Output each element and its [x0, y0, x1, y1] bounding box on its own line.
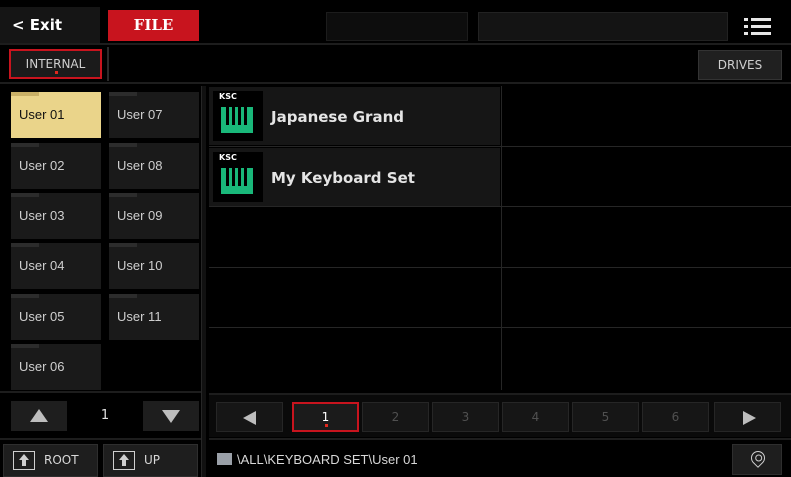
bank-user-01[interactable]: User 01	[11, 92, 101, 138]
bank-user-11[interactable]: User 11	[109, 294, 199, 340]
top-display-slot	[326, 12, 468, 41]
grid-line	[209, 267, 791, 268]
file-name: My Keyboard Set	[271, 169, 415, 187]
divider	[0, 438, 201, 440]
bank-user-08[interactable]: User 08	[109, 143, 199, 189]
root-button-label: ROOT	[44, 453, 79, 467]
page-button-6[interactable]: 6	[642, 402, 709, 432]
folder-up-icon	[113, 451, 135, 470]
bank-user-10[interactable]: User 10	[109, 243, 199, 289]
page-button-1[interactable]: 1	[292, 402, 359, 432]
piano-keys-icon	[221, 168, 253, 194]
bank-user-04[interactable]: User 04	[11, 243, 101, 289]
drives-button[interactable]: DRIVES	[698, 50, 782, 80]
location-pin-icon	[748, 448, 768, 468]
file-name: Japanese Grand	[271, 108, 404, 126]
bank-page-down-button[interactable]	[143, 401, 199, 431]
up-button-label: UP	[144, 453, 161, 467]
page-button-4[interactable]: 4	[502, 402, 569, 432]
arrow-up-icon	[30, 409, 48, 422]
arrow-left-icon	[243, 411, 256, 425]
bank-user-05[interactable]: User 05	[11, 294, 101, 340]
bank-user-07[interactable]: User 07	[109, 92, 199, 138]
bank-user-02[interactable]: User 02	[11, 143, 101, 189]
bank-page-number: 1	[100, 408, 110, 423]
piano-keys-icon	[221, 107, 253, 133]
internal-source-button[interactable]: INTERNAL	[9, 49, 102, 79]
selected-dot-icon	[325, 424, 328, 427]
bank-user-09[interactable]: User 09	[109, 193, 199, 239]
divider	[0, 82, 791, 84]
keyboard-set-file-icon: KSC	[213, 91, 263, 141]
home-icon	[13, 451, 35, 470]
path-bar: \ALL\KEYBOARD SET\User 01	[209, 442, 791, 477]
root-button[interactable]: ROOT	[3, 444, 98, 477]
grid-line	[501, 86, 502, 390]
top-bar: < Exit FILE	[0, 0, 791, 45]
internal-source-label: INTERNAL	[25, 57, 86, 71]
up-button[interactable]: UP	[103, 444, 198, 477]
divider	[209, 438, 791, 440]
file-type-tag: KSC	[219, 92, 237, 101]
hamburger-list-icon[interactable]	[740, 12, 780, 41]
bank-user-06[interactable]: User 06	[11, 344, 101, 390]
page-button-2[interactable]: 2	[362, 402, 429, 432]
grid-line	[209, 327, 791, 328]
current-path: \ALL\KEYBOARD SET\User 01	[237, 452, 418, 467]
page-number: 1	[321, 410, 330, 424]
keyboard-set-file-icon: KSC	[213, 152, 263, 202]
folder-icon	[217, 453, 232, 465]
page-next-button[interactable]	[714, 402, 781, 432]
divider	[0, 43, 791, 45]
arrow-down-icon	[162, 410, 180, 423]
divider	[0, 391, 201, 393]
exit-button[interactable]: < Exit	[0, 7, 100, 43]
selected-dot-icon	[55, 71, 58, 74]
file-mode-tab[interactable]: FILE	[108, 10, 199, 41]
page-button-3[interactable]: 3	[432, 402, 499, 432]
top-display-slot-wide	[478, 12, 728, 41]
location-pin-button[interactable]	[732, 444, 782, 475]
bank-user-03[interactable]: User 03	[11, 193, 101, 239]
divider	[201, 86, 206, 477]
divider	[107, 47, 109, 81]
bank-page-up-button[interactable]	[11, 401, 67, 431]
file-item-japanese-grand[interactable]: KSC Japanese Grand	[209, 87, 500, 145]
file-item-my-keyboard-set[interactable]: KSC My Keyboard Set	[209, 148, 500, 206]
page-button-5[interactable]: 5	[572, 402, 639, 432]
file-type-tag: KSC	[219, 153, 237, 162]
page-prev-button[interactable]	[216, 402, 283, 432]
arrow-right-icon	[743, 411, 756, 425]
